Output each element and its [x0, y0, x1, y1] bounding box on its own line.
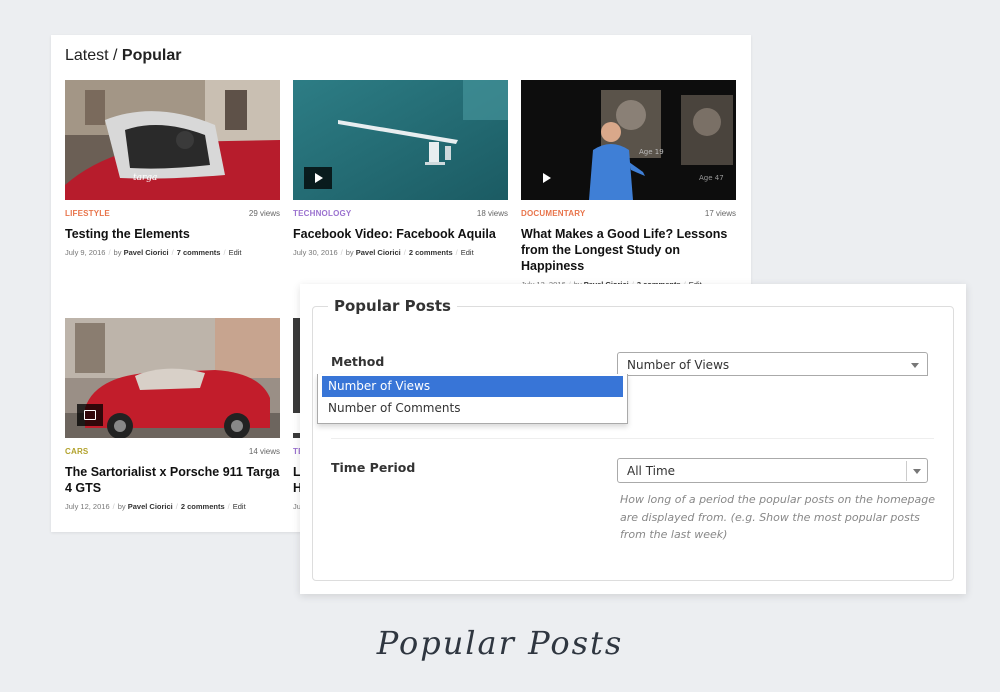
post-card: CARS 14 views The Sartorialist x Porsche…	[65, 318, 280, 511]
author-prefix: by	[345, 248, 356, 257]
post-category[interactable]: TECHNOLOGY	[293, 209, 351, 218]
post-views: 18 views	[476, 209, 508, 218]
image-icon	[77, 404, 103, 426]
section-title: Latest / Popular	[65, 47, 181, 65]
post-author[interactable]: Pavel Ciorici	[128, 502, 173, 511]
select-separator	[906, 461, 907, 481]
method-option-views[interactable]: Number of Views	[322, 376, 623, 397]
post-byline: July 30, 2016/by Pavel Ciorici/2 comment…	[293, 248, 474, 257]
post-comments[interactable]: 2 comments	[409, 248, 453, 257]
popular-link[interactable]: Popular	[122, 47, 182, 64]
method-label: Method	[331, 354, 385, 369]
svg-text:Age 19: Age 19	[639, 148, 664, 156]
post-category[interactable]: DOCUMENTARY	[521, 209, 585, 218]
panel-legend: Popular Posts	[328, 297, 457, 315]
post-byline: July 12, 2016/by Pavel Ciorici/2 comment…	[65, 502, 246, 511]
post-date: July 12, 2016	[65, 502, 110, 511]
post-meta: CARS 14 views	[65, 447, 280, 456]
method-dropdown: Number of Views Number of Comments	[317, 374, 628, 424]
edit-link[interactable]: Edit	[229, 248, 242, 257]
post-card: TECHNOLOGY 18 views Facebook Video: Face…	[293, 80, 508, 257]
edit-link[interactable]: Edit	[233, 502, 246, 511]
popular-posts-panel: Popular Posts	[300, 284, 966, 594]
divider	[331, 438, 934, 439]
post-category[interactable]: LIFESTYLE	[65, 209, 110, 218]
post-thumbnail[interactable]: Age 19 Age 47	[521, 80, 736, 200]
post-meta: DOCUMENTARY 17 views	[521, 209, 736, 218]
post-date: July 30, 2016	[293, 248, 338, 257]
method-select[interactable]: Number of Views	[617, 352, 928, 376]
post-card: targa LIFESTYLE 29 views Testing the Ele…	[65, 80, 280, 257]
post-meta: LIFESTYLE 29 views	[65, 209, 280, 218]
time-period-select[interactable]: All Time	[617, 458, 928, 483]
time-period-label: Time Period	[331, 460, 416, 475]
edit-link[interactable]: Edit	[461, 248, 474, 257]
post-title[interactable]: Testing the Elements	[65, 226, 280, 242]
post-title[interactable]: What Makes a Good Life? Lessons from the…	[521, 226, 736, 274]
post-card: Age 19 Age 47 DOCUMENTARY 17 views What …	[521, 80, 736, 289]
latest-link[interactable]: Latest /	[65, 47, 122, 64]
post-comments[interactable]: 2 comments	[181, 502, 225, 511]
post-category[interactable]: CARS	[65, 447, 88, 456]
post-thumbnail[interactable]	[293, 80, 508, 200]
play-icon[interactable]	[532, 167, 560, 189]
author-prefix: by	[117, 502, 128, 511]
svg-text:targa: targa	[133, 173, 157, 183]
chevron-down-icon	[911, 363, 919, 368]
post-meta: TECHNOLOGY 18 views	[293, 209, 508, 218]
post-thumbnail[interactable]: targa	[65, 80, 280, 200]
chevron-down-icon[interactable]	[913, 469, 921, 474]
post-thumbnail[interactable]	[65, 318, 280, 438]
method-option-comments[interactable]: Number of Comments	[322, 398, 623, 419]
post-author[interactable]: Pavel Ciorici	[124, 248, 169, 257]
author-prefix: by	[113, 248, 124, 257]
caption: Popular Posts	[376, 624, 624, 662]
time-period-value: All Time	[627, 464, 676, 478]
post-author[interactable]: Pavel Ciorici	[356, 248, 401, 257]
post-date: July 9, 2016	[65, 248, 106, 257]
post-views: 14 views	[248, 447, 280, 456]
post-views: 29 views	[248, 209, 280, 218]
post-comments[interactable]: 7 comments	[177, 248, 221, 257]
post-title[interactable]: The Sartorialist x Porsche 911 Targa 4 G…	[65, 464, 280, 496]
method-select-value: Number of Views	[627, 358, 730, 372]
svg-text:Age 47: Age 47	[699, 174, 724, 182]
time-period-help: How long of a period the popular posts o…	[620, 493, 936, 541]
play-icon[interactable]	[304, 167, 332, 189]
post-byline: July 9, 2016/by Pavel Ciorici/7 comments…	[65, 248, 242, 257]
post-views: 17 views	[704, 209, 736, 218]
post-title[interactable]: Facebook Video: Facebook Aquila	[293, 226, 508, 242]
